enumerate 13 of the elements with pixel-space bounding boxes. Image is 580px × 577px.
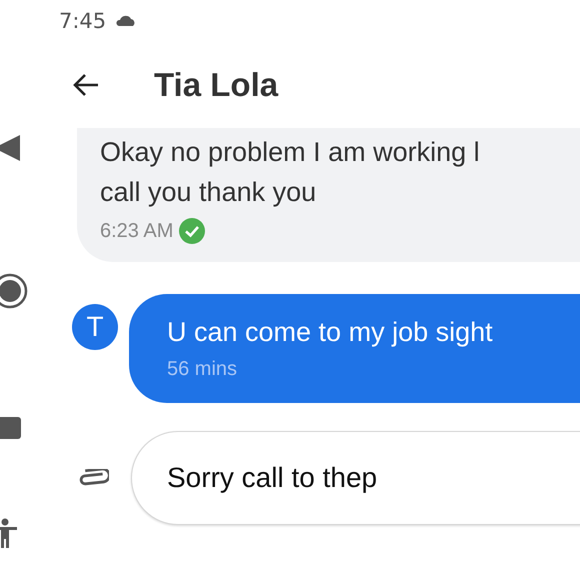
avatar: T <box>72 304 118 350</box>
attach-icon[interactable] <box>77 469 109 487</box>
contact-name: Tia Lola <box>154 66 278 104</box>
message-text: Okay no problem I am working l <box>100 136 480 169</box>
status-time: 7:45 <box>59 9 106 33</box>
back-triangle-icon[interactable] <box>0 133 22 163</box>
message-text: U can come to my job sight <box>167 316 493 349</box>
message-time: 56 mins <box>167 358 238 381</box>
cloud-icon <box>116 15 136 27</box>
message-field[interactable]: Sorry call to thep <box>131 431 580 525</box>
back-arrow-icon[interactable] <box>72 73 100 97</box>
message-text: call you thank you <box>100 176 316 209</box>
message-time: 6:23 AM <box>100 220 174 242</box>
